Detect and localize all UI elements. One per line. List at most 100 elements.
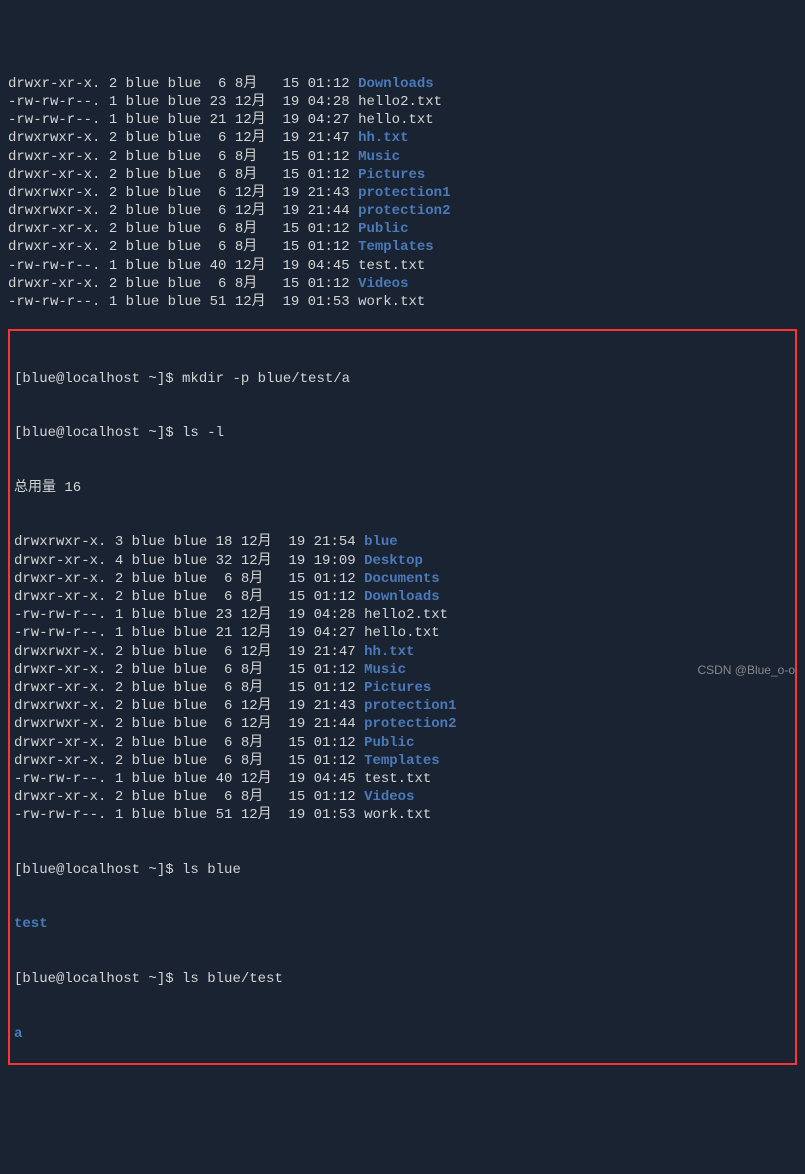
directory-name: Videos [358,276,408,292]
command-text: ls blue/test [182,971,283,987]
directory-name: Desktop [364,553,423,569]
file-metadata: drwxr-xr-x. 2 blue blue 6 8月 15 01:12 [8,221,358,237]
total-line: 总用量 16 [14,479,791,497]
file-metadata: drwxr-xr-x. 2 blue blue 6 8月 15 01:12 [14,735,364,751]
file-listing-row: -rw-rw-r--. 1 blue blue 40 12月 19 04:45 … [14,770,791,788]
directory-name: protection1 [358,185,450,201]
file-name: hello2.txt [364,607,448,623]
directory-name: Documents [364,571,440,587]
file-listing-row: drwxr-xr-x. 2 blue blue 6 8月 15 01:12 Pu… [8,220,797,238]
directory-name: Templates [358,239,434,255]
file-listing-row: drwxr-xr-x. 2 blue blue 6 8月 15 01:12 Pi… [14,679,791,697]
file-metadata: -rw-rw-r--. 1 blue blue 40 12月 19 04:45 [8,258,358,274]
file-name: test.txt [364,771,431,787]
directory-name: protection1 [364,698,456,714]
file-metadata: drwxrwxr-x. 3 blue blue 18 12月 19 21:54 [14,534,364,550]
file-metadata: drwxr-xr-x. 4 blue blue 32 12月 19 19:09 [14,553,364,569]
highlighted-command-box: [blue@localhost ~]$ mkdir -p blue/test/a… [8,329,797,1065]
file-listing-row: drwxrwxr-x. 2 blue blue 6 12月 19 21:44 p… [14,715,791,733]
file-metadata: drwxrwxr-x. 2 blue blue 6 12月 19 21:43 [14,698,364,714]
ls-output: drwxrwxr-x. 3 blue blue 18 12月 19 21:54 … [14,533,791,824]
directory-name: Videos [364,789,414,805]
file-name: hello2.txt [358,94,442,110]
directory-name: Music [364,662,406,678]
file-metadata: -rw-rw-r--. 1 blue blue 51 12月 19 01:53 [14,807,364,823]
file-metadata: drwxr-xr-x. 2 blue blue 6 8月 15 01:12 [14,571,364,587]
ls-output-item: test [14,915,791,933]
directory-name: Music [358,149,400,165]
file-metadata: drwxrwxr-x. 2 blue blue 6 12月 19 21:47 [8,130,358,146]
file-listing-row: drwxr-xr-x. 2 blue blue 6 8月 15 01:12 Do… [14,588,791,606]
file-metadata: drwxrwxr-x. 2 blue blue 6 12月 19 21:44 [8,203,358,219]
file-name: work.txt [364,807,431,823]
file-listing-row: drwxr-xr-x. 2 blue blue 6 8月 15 01:12 Te… [14,752,791,770]
prompt: [blue@localhost ~]$ [14,425,182,441]
file-metadata: -rw-rw-r--. 1 blue blue 23 12月 19 04:28 [8,94,358,110]
directory-name: Public [364,735,414,751]
file-metadata: drwxr-xr-x. 2 blue blue 6 8月 15 01:12 [14,753,364,769]
file-listing-row: drwxr-xr-x. 2 blue blue 6 8月 15 01:12 Do… [14,570,791,588]
file-name: hello.txt [358,112,434,128]
file-listing-row: drwxrwxr-x. 2 blue blue 6 12月 19 21:43 p… [14,697,791,715]
file-metadata: drwxr-xr-x. 2 blue blue 6 8月 15 01:12 [14,589,364,605]
file-metadata: -rw-rw-r--. 1 blue blue 51 12月 19 01:53 [8,294,358,310]
file-listing-row: drwxr-xr-x. 2 blue blue 6 8月 15 01:12 Mu… [14,661,791,679]
file-listing-row: -rw-rw-r--. 1 blue blue 23 12月 19 04:28 … [8,93,797,111]
file-metadata: drwxr-xr-x. 2 blue blue 6 8月 15 01:12 [14,662,364,678]
file-listing-row: drwxr-xr-x. 4 blue blue 32 12月 19 19:09 … [14,552,791,570]
directory-name: protection2 [364,716,456,732]
directory-name: Downloads [358,76,434,92]
directory-name: Pictures [358,167,425,183]
file-listing-row: drwxr-xr-x. 2 blue blue 6 8月 15 01:12 Te… [8,238,797,256]
file-listing-row: drwxrwxr-x. 3 blue blue 18 12月 19 21:54 … [14,533,791,551]
file-metadata: -rw-rw-r--. 1 blue blue 21 12月 19 04:27 [8,112,358,128]
prompt: [blue@localhost ~]$ [14,371,182,387]
file-listing-row: drwxr-xr-x. 2 blue blue 6 8月 15 01:12 Vi… [14,788,791,806]
file-metadata: drwxr-xr-x. 2 blue blue 6 8月 15 01:12 [14,680,364,696]
directory-name: Templates [364,753,440,769]
file-listing-row: drwxrwxr-x. 2 blue blue 6 12月 19 21:47 h… [14,643,791,661]
file-name: hello.txt [364,625,440,641]
file-metadata: -rw-rw-r--. 1 blue blue 21 12月 19 04:27 [14,625,364,641]
file-metadata: drwxrwxr-x. 2 blue blue 6 12月 19 21:44 [14,716,364,732]
file-listing-row: -rw-rw-r--. 1 blue blue 21 12月 19 04:27 … [14,624,791,642]
command-line[interactable]: [blue@localhost ~]$ ls blue/test [14,970,791,988]
directory-name: Pictures [364,680,431,696]
file-metadata: drwxrwxr-x. 2 blue blue 6 12月 19 21:47 [14,644,364,660]
file-name: work.txt [358,294,425,310]
file-listing-row: drwxr-xr-x. 2 blue blue 6 8月 15 01:12 Mu… [8,148,797,166]
file-listing-row: -rw-rw-r--. 1 blue blue 23 12月 19 04:28 … [14,606,791,624]
file-name: test.txt [358,258,425,274]
command-line[interactable]: [blue@localhost ~]$ ls -l [14,424,791,442]
file-listing-row: -rw-rw-r--. 1 blue blue 40 12月 19 04:45 … [8,257,797,275]
file-listing-row: drwxrwxr-x. 2 blue blue 6 12月 19 21:43 p… [8,184,797,202]
file-listing-row: drwxrwxr-x. 2 blue blue 6 12月 19 21:44 p… [8,202,797,220]
directory-name: hh.txt [358,130,408,146]
directory-name: Public [358,221,408,237]
directory-name: hh.txt [364,644,414,660]
directory-name: protection2 [358,203,450,219]
directory-name: Downloads [364,589,440,605]
command-text: mkdir -p blue/test/a [182,371,350,387]
file-metadata: -rw-rw-r--. 1 blue blue 40 12月 19 04:45 [14,771,364,787]
file-metadata: drwxr-xr-x. 2 blue blue 6 8月 15 01:12 [8,149,358,165]
file-metadata: -rw-rw-r--. 1 blue blue 23 12月 19 04:28 [14,607,364,623]
file-metadata: drwxr-xr-x. 2 blue blue 6 8月 15 01:12 [8,239,358,255]
file-metadata: drwxr-xr-x. 2 blue blue 6 8月 15 01:12 [14,789,364,805]
terminal-output-top: drwxr-xr-x. 2 blue blue 6 8月 15 01:12 Do… [8,75,797,311]
file-listing-row: drwxr-xr-x. 2 blue blue 6 8月 15 01:12 Do… [8,75,797,93]
file-listing-row: drwxr-xr-x. 2 blue blue 6 8月 15 01:12 Pu… [14,734,791,752]
command-line[interactable]: [blue@localhost ~]$ mkdir -p blue/test/a [14,370,791,388]
file-metadata: drwxr-xr-x. 2 blue blue 6 8月 15 01:12 [8,167,358,183]
file-listing-row: drwxr-xr-x. 2 blue blue 6 8月 15 01:12 Pi… [8,166,797,184]
file-metadata: drwxr-xr-x. 2 blue blue 6 8月 15 01:12 [8,276,358,292]
command-text: ls blue [182,862,241,878]
command-text: ls -l [182,425,224,441]
command-line[interactable]: [blue@localhost ~]$ ls blue [14,861,791,879]
file-metadata: drwxr-xr-x. 2 blue blue 6 8月 15 01:12 [8,76,358,92]
file-listing-row: drwxrwxr-x. 2 blue blue 6 12月 19 21:47 h… [8,129,797,147]
directory-name: blue [364,534,398,550]
ls-output-item: a [14,1025,791,1043]
file-listing-row: -rw-rw-r--. 1 blue blue 51 12月 19 01:53 … [14,806,791,824]
file-metadata: drwxrwxr-x. 2 blue blue 6 12月 19 21:43 [8,185,358,201]
